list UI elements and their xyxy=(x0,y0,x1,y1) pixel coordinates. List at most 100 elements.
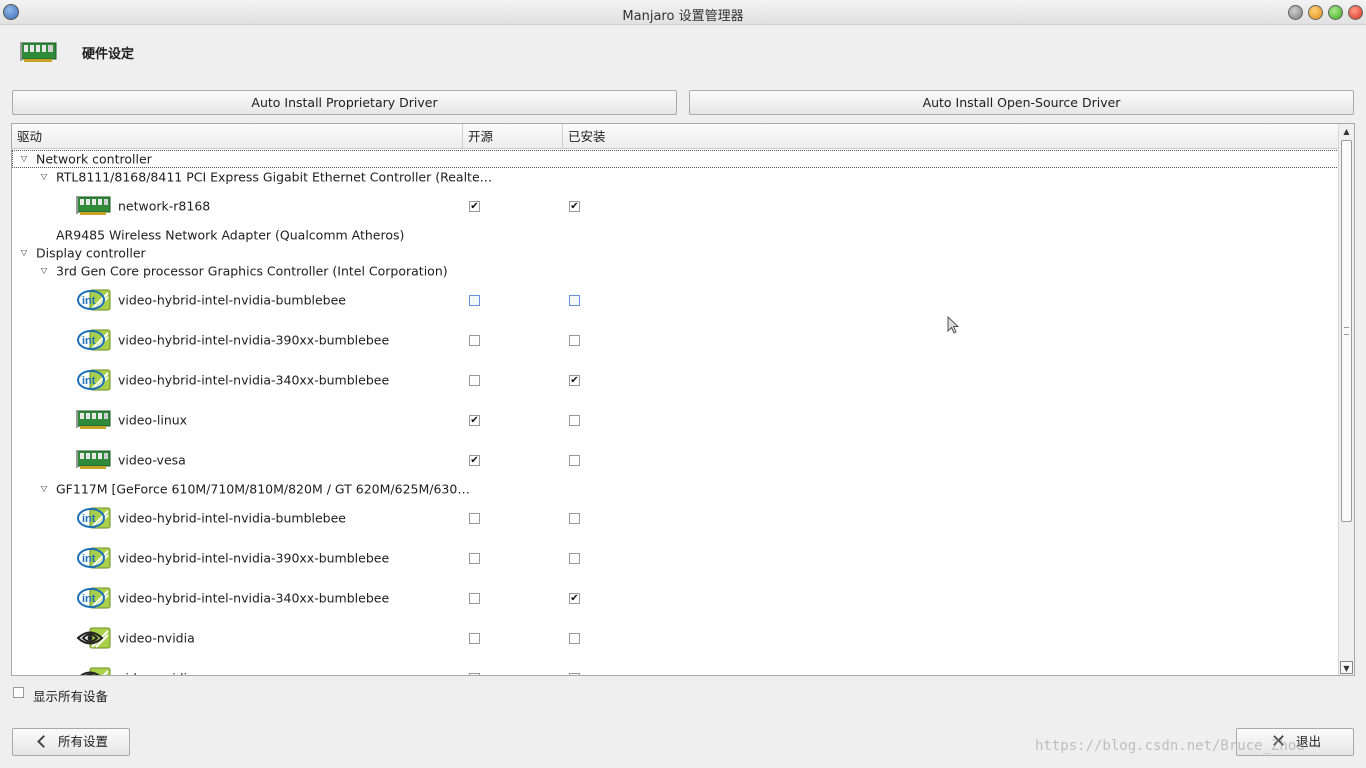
row-label: video-hybrid-intel-nvidia-bumblebee xyxy=(118,292,346,308)
intel-icon: int xyxy=(76,505,112,531)
network-card-icon xyxy=(76,193,112,219)
expander-icon[interactable]: ▽ xyxy=(39,172,49,182)
row-label: video-vesa xyxy=(118,452,186,468)
open-source-checkbox[interactable]: ✔ xyxy=(469,201,480,212)
open-source-checkbox[interactable] xyxy=(469,593,480,604)
page-title: 硬件设定 xyxy=(82,47,135,62)
window-menu-button[interactable] xyxy=(1288,5,1303,20)
svg-text:int: int xyxy=(82,513,96,525)
open-source-checkbox[interactable] xyxy=(469,513,480,524)
svg-text:int: int xyxy=(82,553,96,565)
tree-header: 驱动 开源 已安装 xyxy=(12,124,1339,149)
driver-row[interactable]: video-linux ✔ xyxy=(12,400,1339,440)
driver-row[interactable]: int video-hybrid-intel-nvidia-390xx-bumbl… xyxy=(12,538,1339,578)
driver-tree-view[interactable]: 驱动 开源 已安装 ▽ Network controller ▽ RTL8111/81… xyxy=(11,123,1355,676)
driver-row[interactable]: int video-hybrid-intel-nvidia-390xx-bumbl… xyxy=(12,320,1339,360)
row-label: video-hybrid-intel-nvidia-390xx-bumblebe… xyxy=(118,550,390,566)
expander-icon[interactable]: ▽ xyxy=(39,266,49,276)
svg-text:int: int xyxy=(82,335,96,347)
installed-checkbox[interactable] xyxy=(569,633,580,644)
open-source-checkbox[interactable]: ✔ xyxy=(469,455,480,466)
nvidia-icon xyxy=(76,665,112,675)
driver-row[interactable]: video-nvidia xyxy=(12,658,1339,676)
open-source-checkbox[interactable] xyxy=(469,553,480,564)
device-row[interactable]: ▽ 3rd Gen Core processor Graphics Control… xyxy=(12,262,1339,280)
auto-install-proprietary-button[interactable]: Auto Install Proprietary Driver xyxy=(12,90,677,115)
driver-row[interactable]: int video-hybrid-intel-nvidia-bumblebee xyxy=(12,498,1339,538)
expander-icon[interactable]: ▽ xyxy=(39,484,49,494)
intel-icon: int xyxy=(76,327,112,353)
auto-install-open-source-button[interactable]: Auto Install Open-Source Driver xyxy=(689,90,1354,115)
expander-icon[interactable]: ▽ xyxy=(19,154,29,164)
nvidia-icon xyxy=(76,625,112,651)
row-label: video-hybrid-intel-nvidia-bumblebee xyxy=(118,510,346,526)
intel-icon: int xyxy=(76,367,112,393)
installed-checkbox[interactable] xyxy=(569,673,580,675)
open-source-checkbox[interactable] xyxy=(469,375,480,386)
row-label: network-r8168 xyxy=(118,198,211,214)
expander-icon[interactable]: ▽ xyxy=(19,248,29,258)
driver-row[interactable]: video-nvidia xyxy=(12,618,1339,658)
vertical-scrollbar[interactable]: ▲ ▼ xyxy=(1338,124,1354,675)
network-card-icon xyxy=(20,42,57,62)
category-row[interactable]: ▽ Display controller xyxy=(12,244,1339,262)
row-label: video-nvidia xyxy=(118,671,195,676)
column-header-open-source[interactable]: 开源 xyxy=(463,124,563,148)
minimize-button[interactable] xyxy=(1308,5,1323,20)
driver-row[interactable]: network-r8168 ✔ ✔ xyxy=(12,186,1339,226)
installed-checkbox[interactable] xyxy=(569,295,580,306)
row-label: AR9485 Wireless Network Adapter (Qualcom… xyxy=(56,227,405,243)
network-card-icon xyxy=(76,447,112,473)
driver-row[interactable]: video-vesa ✔ xyxy=(12,440,1339,480)
svg-text:int: int xyxy=(82,593,96,605)
open-source-checkbox[interactable] xyxy=(469,673,480,675)
driver-row[interactable]: int video-hybrid-intel-nvidia-340xx-bumbl… xyxy=(12,360,1339,400)
open-source-checkbox[interactable]: ✔ xyxy=(469,415,480,426)
title-bar: Manjaro 设置管理器 xyxy=(0,0,1366,25)
installed-checkbox[interactable] xyxy=(569,335,580,346)
row-label: RTL8111/8168/8411 PCI Express Gigabit Et… xyxy=(56,169,493,185)
scroll-down-icon[interactable]: ▼ xyxy=(1340,661,1353,674)
scrollbar-thumb[interactable] xyxy=(1341,140,1352,522)
device-row[interactable]: AR9485 Wireless Network Adapter (Qualcom… xyxy=(12,226,1339,244)
device-row[interactable]: ▽ GF117M [GeForce 610M/710M/810M/820M / G… xyxy=(12,480,1339,498)
close-button[interactable] xyxy=(1348,5,1363,20)
category-row[interactable]: ▽ Network controller xyxy=(12,150,1339,168)
installed-checkbox[interactable]: ✔ xyxy=(569,201,580,212)
row-label: GF117M [GeForce 610M/710M/810M/820M / GT… xyxy=(56,481,470,497)
installed-checkbox[interactable] xyxy=(569,553,580,564)
device-row[interactable]: ▽ RTL8111/8168/8411 PCI Express Gigabit E… xyxy=(12,168,1339,186)
open-source-checkbox[interactable] xyxy=(469,335,480,346)
chevron-left-icon xyxy=(37,735,50,748)
intel-icon: int xyxy=(76,585,112,611)
column-header-driver[interactable]: 驱动 xyxy=(12,124,463,148)
svg-text:int: int xyxy=(82,375,96,387)
installed-checkbox[interactable] xyxy=(569,513,580,524)
watermark: https://blog.csdn.net/Bruce_Zhou xyxy=(1035,738,1305,754)
row-label: video-hybrid-intel-nvidia-390xx-bumblebe… xyxy=(118,332,390,348)
open-source-checkbox[interactable] xyxy=(469,295,480,306)
row-label: video-nvidia xyxy=(118,630,195,646)
installed-checkbox[interactable] xyxy=(569,415,580,426)
installed-checkbox[interactable]: ✔ xyxy=(569,593,580,604)
window-title: Manjaro 设置管理器 xyxy=(622,9,744,24)
installed-checkbox[interactable] xyxy=(569,455,580,466)
column-header-installed[interactable]: 已安装 xyxy=(563,124,1339,148)
open-source-checkbox[interactable] xyxy=(469,633,480,644)
all-settings-button[interactable]: 所有设置 xyxy=(12,728,130,756)
show-all-devices-checkbox[interactable] xyxy=(13,687,24,698)
all-settings-label: 所有设置 xyxy=(58,734,109,749)
scroll-up-icon[interactable]: ▲ xyxy=(1340,125,1353,138)
installed-checkbox[interactable]: ✔ xyxy=(569,375,580,386)
driver-row[interactable]: int video-hybrid-intel-nvidia-bumblebee xyxy=(12,280,1339,320)
maximize-button[interactable] xyxy=(1328,5,1343,20)
intel-icon: int xyxy=(76,545,112,571)
intel-icon: int xyxy=(76,287,112,313)
row-label: video-hybrid-intel-nvidia-340xx-bumblebe… xyxy=(118,590,390,606)
row-label: video-linux xyxy=(118,412,188,428)
row-label: Display controller xyxy=(36,245,146,261)
show-all-devices-label: 显示所有设备 xyxy=(33,689,109,704)
row-label: video-hybrid-intel-nvidia-340xx-bumblebe… xyxy=(118,372,390,388)
driver-row[interactable]: int video-hybrid-intel-nvidia-340xx-bumbl… xyxy=(12,578,1339,618)
network-card-icon xyxy=(76,407,112,433)
